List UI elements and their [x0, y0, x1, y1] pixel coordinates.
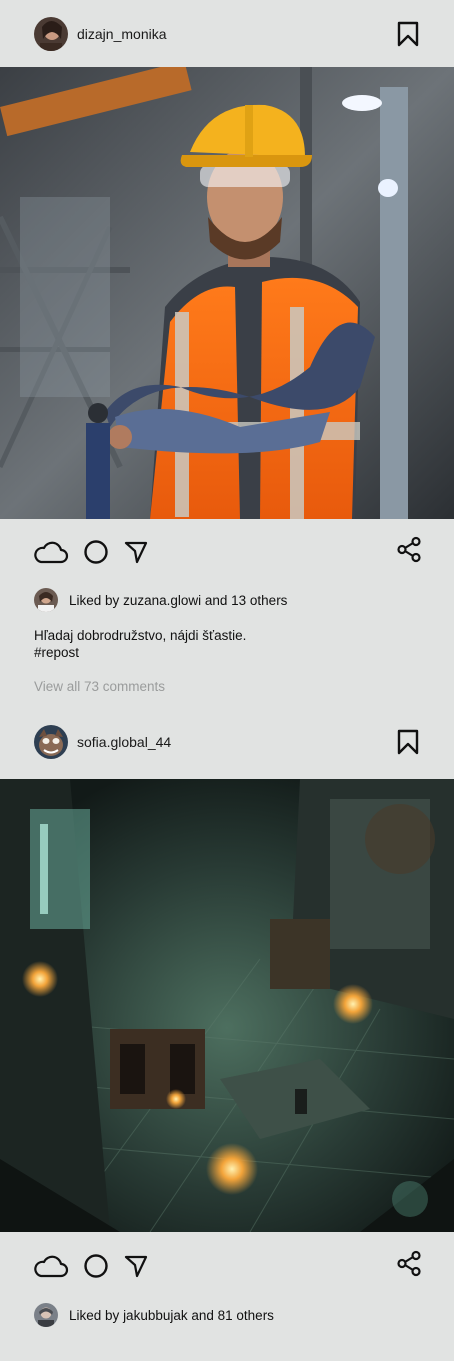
post-1: dizajn_monika Liked by zuzana.glowi and …: [0, 0, 454, 694]
avatar[interactable]: [34, 588, 58, 612]
cloud-icon[interactable]: [33, 1254, 69, 1278]
post-photo[interactable]: [0, 779, 454, 1232]
liked-user-link[interactable]: zuzana.glowi: [123, 593, 201, 608]
circle-icon[interactable]: [83, 539, 109, 565]
view-comments-link[interactable]: View all 73 comments: [0, 661, 454, 694]
avatar[interactable]: [34, 1303, 58, 1327]
post-actions: [0, 519, 454, 585]
liked-by-label: Liked by: [69, 1307, 120, 1323]
send-icon[interactable]: [123, 1253, 149, 1279]
liked-by: Liked by zuzana.glowi and 13 others: [0, 585, 454, 615]
hashtag[interactable]: #repost: [34, 644, 420, 661]
caption-text: Hľadaj dobrodružstvo, nájdi šťastie.: [34, 628, 247, 643]
send-icon[interactable]: [123, 539, 149, 565]
username[interactable]: sofia.global_44: [77, 734, 171, 750]
post-header: sofia.global_44: [0, 704, 454, 779]
circle-icon[interactable]: [83, 1253, 109, 1279]
avatar[interactable]: [34, 724, 68, 759]
bookmark-icon[interactable]: [396, 21, 420, 47]
liked-by: Liked by jakubbujak and 81 others: [0, 1300, 454, 1330]
username[interactable]: dizajn_monika: [77, 26, 167, 42]
liked-user-link[interactable]: jakubbujak: [123, 1308, 188, 1323]
cloud-icon[interactable]: [33, 540, 69, 564]
post-actions: [0, 1232, 454, 1300]
post-header: dizajn_monika: [0, 0, 454, 67]
post-photo[interactable]: [0, 67, 454, 519]
liked-others[interactable]: and 13 others: [205, 593, 288, 608]
share-icon[interactable]: [396, 1250, 422, 1282]
liked-others[interactable]: and 81 others: [191, 1308, 274, 1323]
post-2: sofia.global_44 Liked by jakubbujak and …: [0, 704, 454, 1330]
avatar[interactable]: [34, 16, 68, 51]
bookmark-icon[interactable]: [396, 729, 420, 755]
caption: Hľadaj dobrodružstvo, nájdi šťastie. #re…: [0, 615, 454, 661]
share-icon[interactable]: [396, 536, 422, 568]
liked-by-label: Liked by: [69, 592, 120, 608]
